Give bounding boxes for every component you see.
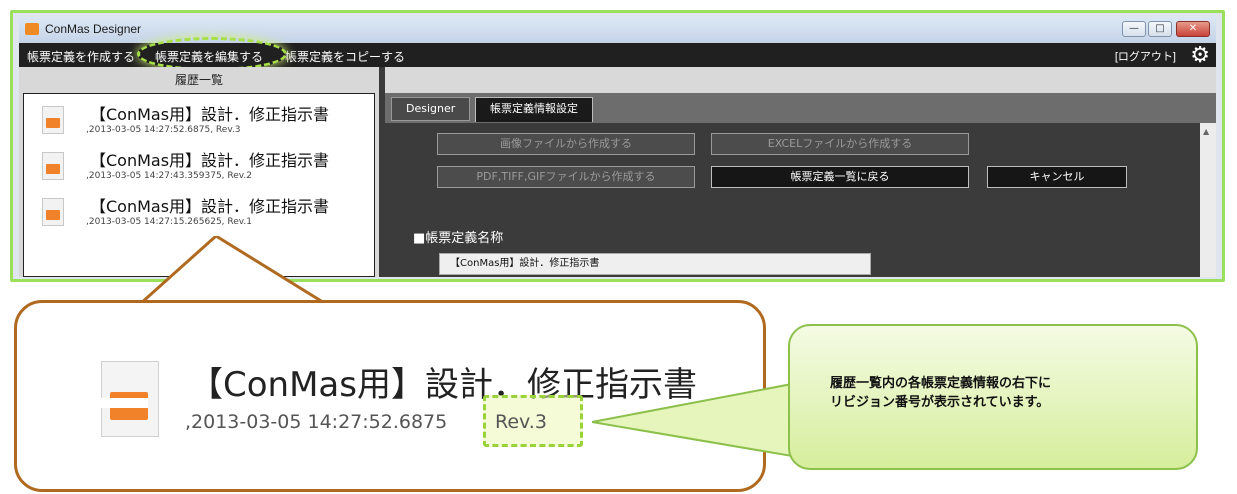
zoom-meta: ,2013-03-05 14:27:52.6875 (185, 411, 448, 433)
detail-pane: Designer 帳票定義情報設定 画像ファイルから作成する EXCELファイル… (385, 67, 1216, 277)
form-name-section-label: ■帳票定義名称 (413, 231, 504, 246)
document-icon (42, 198, 64, 226)
gear-icon[interactable]: ⚙ (1190, 44, 1210, 66)
item-title: 【ConMas用】設計．修正指示書 (90, 151, 330, 170)
item-meta: ,2013-03-05 14:27:52.6875, Rev.3 (86, 125, 241, 135)
minimize-icon[interactable]: — (1122, 21, 1146, 37)
create-from-pdf-button[interactable]: PDF,TIFF,GIFファイルから作成する (437, 166, 695, 188)
item-title: 【ConMas用】設計．修正指示書 (90, 105, 330, 124)
tab-strip: Designer 帳票定義情報設定 (385, 93, 1216, 123)
logout-link[interactable]: [ログアウト] (1115, 48, 1176, 64)
cancel-button[interactable]: キャンセル (987, 166, 1127, 188)
app-frame: ConMas Designer — □ ✕ 帳票定義を作成する 帳票定義を編集す… (10, 10, 1225, 282)
item-meta: ,2013-03-05 14:27:15.265625, Rev.1 (86, 217, 252, 227)
form-name-field[interactable]: 【ConMas用】設計．修正指示書 (439, 253, 871, 275)
list-item[interactable]: 【ConMas用】設計．修正指示書 ,2013-03-05 14:27:15.2… (24, 190, 374, 235)
tab-form-settings[interactable]: 帳票定義情報設定 (475, 97, 593, 122)
callout-pointer-mask (18, 398, 148, 408)
annotation-bubble: 履歴一覧内の各帳票定義情報の右下に リビジョン番号が表示されています。 (788, 324, 1198, 470)
history-pane: 履歴一覧 【ConMas用】設計．修正指示書 ,2013-03-05 14:27… (19, 67, 379, 277)
app-icon (25, 23, 39, 35)
item-title: 【ConMas用】設計．修正指示書 (90, 197, 330, 216)
menu-bar: 帳票定義を作成する 帳票定義を編集する 帳票定義をコピーする [ログアウト] ⚙ (19, 43, 1216, 67)
create-from-image-button[interactable]: 画像ファイルから作成する (437, 133, 695, 155)
menu-edit[interactable]: 帳票定義を編集する (155, 48, 263, 65)
item-meta: ,2013-03-05 14:27:43.359375, Rev.2 (86, 171, 252, 181)
app-window: ConMas Designer — □ ✕ 帳票定義を作成する 帳票定義を編集す… (19, 17, 1216, 277)
menu-copy[interactable]: 帳票定義をコピーする (285, 48, 405, 65)
maximize-icon[interactable]: □ (1148, 21, 1172, 37)
document-icon (42, 106, 64, 134)
document-icon (42, 152, 64, 180)
create-from-excel-button[interactable]: EXCELファイルから作成する (711, 133, 969, 155)
history-list: 【ConMas用】設計．修正指示書 ,2013-03-05 14:27:52.6… (23, 93, 375, 277)
annotation-text: 履歴一覧内の各帳票定義情報の右下に リビジョン番号が表示されています。 (830, 374, 1051, 412)
revision-number: Rev.3 (495, 411, 547, 433)
list-item[interactable]: 【ConMas用】設計．修正指示書 ,2013-03-05 14:27:52.6… (24, 98, 374, 143)
vertical-scrollbar[interactable]: ▲ (1200, 123, 1216, 277)
list-item[interactable]: 【ConMas用】設計．修正指示書 ,2013-03-05 14:27:43.3… (24, 144, 374, 189)
annotation-line-1: 履歴一覧内の各帳票定義情報の右下に (830, 376, 1052, 391)
scroll-up-icon[interactable]: ▲ (1203, 127, 1209, 136)
menu-create[interactable]: 帳票定義を作成する (27, 48, 135, 65)
title-bar: ConMas Designer — □ ✕ (19, 17, 1216, 43)
close-icon[interactable]: ✕ (1176, 21, 1210, 37)
zoom-title: 【ConMas用】設計．修正指示書 (189, 365, 697, 405)
annotation-line-2: リビジョン番号が表示されています。 (830, 395, 1050, 410)
window-title: ConMas Designer (45, 22, 142, 36)
magnified-callout: 【ConMas用】設計．修正指示書 ,2013-03-05 14:27:52.6… (14, 300, 766, 492)
back-to-list-button[interactable]: 帳票定義一覧に戻る (711, 166, 969, 188)
settings-content: 画像ファイルから作成する EXCELファイルから作成する PDF,TIFF,GI… (385, 123, 1200, 277)
tab-designer[interactable]: Designer (391, 97, 471, 121)
history-header: 履歴一覧 (174, 73, 223, 87)
